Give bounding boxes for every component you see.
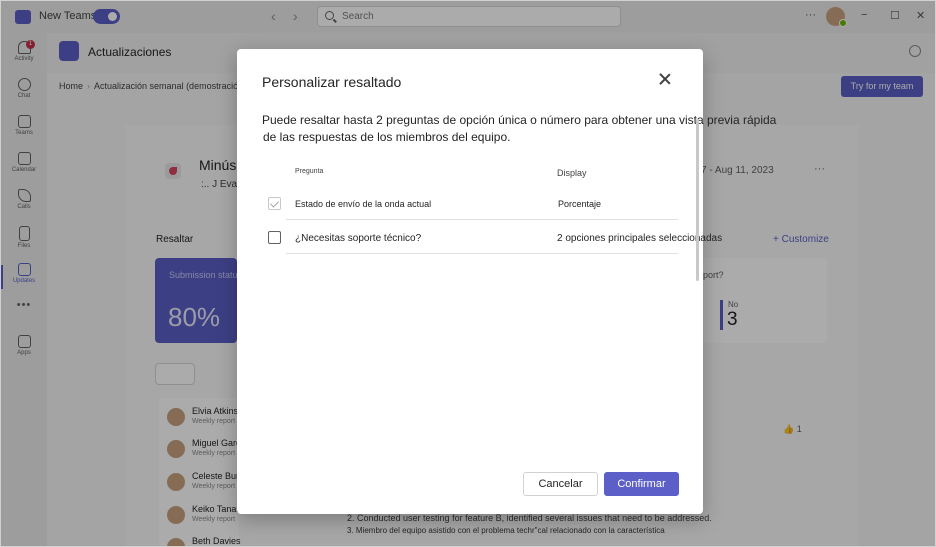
confirm-button[interactable]: Confirmar [604, 472, 679, 496]
column-header-question: Pregunta [295, 168, 324, 175]
close-icon[interactable] [657, 71, 673, 87]
column-header-display: Display [557, 168, 587, 178]
dialog-description: Puede resaltar hasta 2 preguntas de opci… [262, 113, 777, 127]
report-line: 3. Miembro del equipo asistido con el pr… [347, 526, 665, 535]
row-checkbox-disabled [268, 197, 281, 210]
dialog-scrollbar[interactable] [696, 119, 699, 281]
row-checkbox[interactable] [268, 231, 281, 244]
row-display: Porcentaje [558, 199, 602, 209]
dialog-description-continued: de las respuestas de los miembros del eq… [263, 130, 511, 144]
row-question: Estado de envío de la onda actual [295, 199, 432, 209]
row-question: ¿Necesitas soporte técnico? [295, 233, 422, 244]
dialog-title: Personalizar resaltado [262, 74, 402, 90]
teams-window: New Teams ‹ › Search ··· − ☐ ✕ 1 Activit… [0, 0, 936, 547]
customize-highlights-dialog: Personalizar resaltado Puede resaltar ha… [237, 49, 776, 514]
cancel-button[interactable]: Cancelar [523, 472, 598, 496]
